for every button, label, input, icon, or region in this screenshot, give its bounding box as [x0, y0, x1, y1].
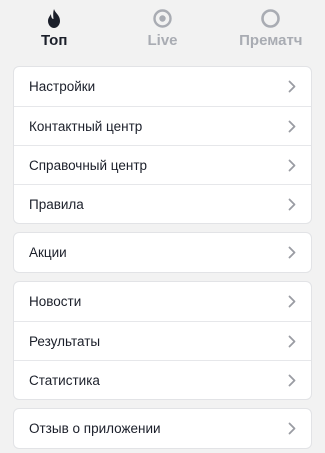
- tab-live[interactable]: Live: [108, 0, 216, 58]
- chevron-right-icon: [287, 373, 297, 387]
- menu-item-label: Новости: [29, 294, 82, 309]
- top-tab-bar: Топ Live Прематч: [0, 0, 325, 58]
- chevron-right-icon: [287, 334, 297, 348]
- menu-item-contact-center[interactable]: Контактный центр: [14, 106, 311, 145]
- live-dot-icon: [152, 8, 172, 28]
- chevron-right-icon: [287, 246, 297, 260]
- menu-group-promotions: Акции: [13, 232, 312, 273]
- menu-item-settings[interactable]: Настройки: [14, 67, 311, 106]
- chevron-right-icon: [287, 295, 297, 309]
- tab-top[interactable]: Топ: [0, 0, 108, 58]
- chevron-right-icon: [287, 119, 297, 133]
- fire-icon: [44, 8, 64, 28]
- menu-item-help-center[interactable]: Справочный центр: [14, 145, 311, 184]
- menu-group-settings: Настройки Контактный центр Справочный це…: [13, 66, 312, 224]
- menu-item-label: Статистика: [29, 372, 100, 388]
- menu-item-label: Контактный центр: [29, 118, 143, 134]
- menu-item-label: Результаты: [29, 333, 101, 349]
- menu-item-results[interactable]: Результаты: [14, 321, 311, 360]
- tab-top-label: Топ: [40, 32, 68, 49]
- tab-live-label: Live: [147, 32, 178, 49]
- chevron-right-icon: [287, 158, 297, 172]
- menu-item-statistics[interactable]: Статистика: [14, 360, 311, 399]
- menu-group-feedback: Отзыв о приложении: [13, 408, 312, 449]
- tab-prematch[interactable]: Прематч: [217, 0, 325, 58]
- circle-outline-icon: [261, 8, 281, 28]
- menu-item-promotions[interactable]: Акции: [14, 233, 311, 272]
- menu-item-label: Настройки: [29, 79, 96, 94]
- menu-group-news: Новости Результаты Статистика: [13, 281, 312, 400]
- chevron-right-icon: [287, 80, 297, 94]
- chevron-right-icon: [287, 422, 297, 436]
- menu-item-label: Акции: [29, 245, 67, 260]
- menu-item-news[interactable]: Новости: [14, 282, 311, 321]
- menu-item-label: Правила: [29, 196, 84, 212]
- menu-item-rules[interactable]: Правила: [14, 184, 311, 223]
- tab-prematch-label: Прематч: [239, 32, 303, 49]
- chevron-right-icon: [287, 197, 297, 211]
- menu-item-label: Справочный центр: [29, 157, 148, 173]
- menu-item-label: Отзыв о приложении: [29, 421, 161, 436]
- menu-item-app-feedback[interactable]: Отзыв о приложении: [14, 409, 311, 448]
